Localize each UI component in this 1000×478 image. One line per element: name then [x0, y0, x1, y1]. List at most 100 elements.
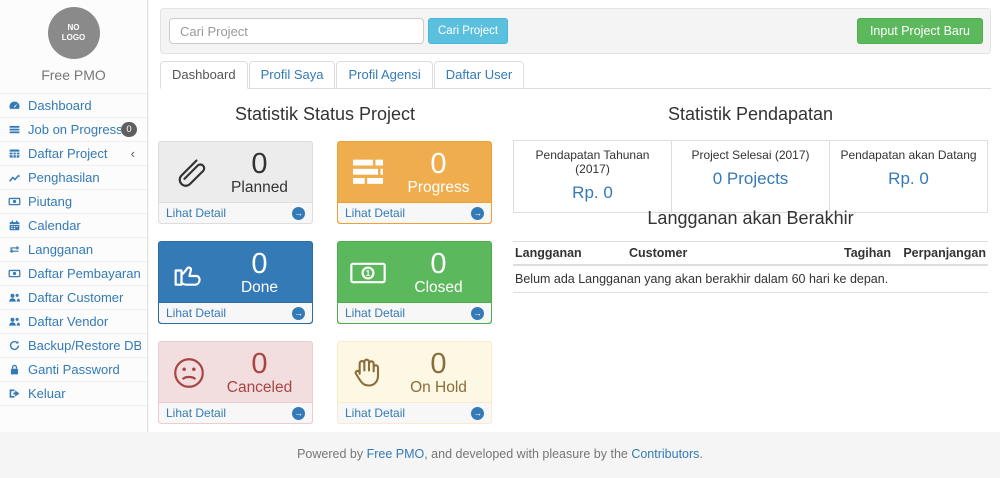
sidebar-item-keluar[interactable]: Keluar [0, 382, 147, 406]
sidebar-item-label: Job on Progress [28, 122, 121, 137]
sidebar-item-label: Calendar [28, 218, 141, 233]
footer-link-contributors[interactable]: Contributors [631, 447, 699, 461]
subscription-header-row: Langganan Customer Tagihan Perpanjangan [513, 242, 988, 266]
arrow-circle-right-icon: → [292, 207, 305, 220]
stat-value: Rp. 0 [834, 169, 983, 189]
money-icon [8, 267, 23, 280]
sidebar-item-daftar-pembayaran[interactable]: Daftar Pembayaran [0, 262, 147, 286]
arrow-circle-right-icon: → [471, 407, 484, 420]
sidebar-item-label: Daftar Vendor [28, 314, 141, 329]
status-card-done: 0 Done Lihat Detail → [158, 241, 313, 324]
sidebar-item-label: Langganan [28, 242, 141, 257]
card-count: 0 [392, 249, 485, 279]
arrow-circle-right-icon: → [292, 407, 305, 420]
calendar-icon [8, 219, 23, 232]
tasks-icon [348, 153, 392, 193]
lihat-detail-link-canceled[interactable]: Lihat Detail → [159, 402, 312, 423]
income-stat-table: Pendapatan Tahunan (2017) Rp. 0 Project … [513, 140, 988, 213]
search-button[interactable]: Cari Project [428, 18, 508, 44]
card-body: 0 Progress [338, 142, 491, 202]
card-label: Done [213, 279, 306, 297]
lihat-detail-link-progress[interactable]: Lihat Detail → [338, 202, 491, 223]
footer-text: , and developed with pleasure by the [424, 447, 631, 461]
sidebar-item-label: Ganti Password [28, 362, 141, 377]
detail-link-label: Lihat Detail [345, 406, 405, 420]
paperclip-icon [169, 153, 213, 193]
sidebar-item-ganti-password[interactable]: Ganti Password [0, 358, 147, 382]
card-body: 0 Canceled [159, 342, 312, 402]
sidebar-item-dashboard[interactable]: Dashboard [0, 94, 147, 118]
sidebar-item-calendar[interactable]: Calendar [0, 214, 147, 238]
detail-link-label: Lihat Detail [166, 306, 226, 320]
users-icon [8, 315, 23, 328]
stat-value: 0 Projects [676, 169, 825, 189]
arrow-circle-right-icon: → [471, 207, 484, 220]
no-logo-badge: NO LOGO [48, 7, 100, 59]
sidebar-item-label: Piutang [28, 194, 141, 209]
card-text: 0 Planned [213, 149, 306, 197]
thumbs-up-icon [169, 253, 213, 293]
main-content: Cari Project Input Project Baru Dashboar… [149, 0, 1000, 432]
lihat-detail-link-planned[interactable]: Lihat Detail → [159, 202, 312, 223]
status-card-closed: 1 0 Closed Lihat Detail → [337, 241, 492, 324]
stat-pendapatan-akan-datang: Pendapatan akan Datang Rp. 0 [829, 140, 988, 213]
table-icon [8, 147, 23, 160]
banknote-icon: 1 [348, 253, 392, 293]
footer-text: Powered by [297, 447, 366, 461]
sign-out-icon [8, 387, 23, 400]
money-icon [8, 195, 23, 208]
sidebar-item-label: Daftar Customer [28, 290, 141, 305]
search-input[interactable] [169, 18, 424, 44]
search-panel: Cari Project Input Project Baru [160, 8, 991, 54]
detail-link-label: Lihat Detail [345, 206, 405, 220]
logo-area: NO LOGO Free PMO [0, 0, 147, 83]
input-project-baru-button[interactable]: Input Project Baru [857, 18, 983, 44]
arrow-circle-right-icon: → [292, 307, 305, 320]
tab-dashboard[interactable]: Dashboard [160, 61, 248, 89]
card-count: 0 [213, 349, 306, 379]
sidebar-item-job-on-progress[interactable]: Job on Progress 0 [0, 118, 147, 142]
status-section-title: Statistik Status Project [158, 104, 492, 125]
card-body: 0 Done [159, 242, 312, 302]
footer-link-free-pmo[interactable]: Free PMO [367, 447, 425, 461]
brand-name: Free PMO [0, 67, 147, 83]
sidebar-item-daftar-customer[interactable]: Daftar Customer [0, 286, 147, 310]
column-header-langganan: Langganan [513, 242, 627, 266]
lihat-detail-link-on-hold[interactable]: Lihat Detail → [338, 402, 491, 423]
sidebar-item-label: Keluar [28, 386, 141, 401]
status-card-planned: 0 Planned Lihat Detail → [158, 141, 313, 224]
detail-link-label: Lihat Detail [166, 406, 226, 420]
lihat-detail-link-closed[interactable]: Lihat Detail → [338, 302, 491, 323]
detail-link-label: Lihat Detail [345, 306, 405, 320]
status-card-grid: 0 Planned Lihat Detail → 0 Progress [158, 141, 492, 424]
count-badge: 0 [121, 122, 137, 137]
card-text: 0 Canceled [213, 349, 306, 397]
stat-value: Rp. 0 [518, 183, 667, 203]
column-header-perpanjangan: Perpanjangan [893, 242, 988, 266]
sidebar-item-langganan[interactable]: Langganan [0, 238, 147, 262]
sidebar-item-backup-restore-db[interactable]: Backup/Restore DB [0, 334, 147, 358]
card-body: 0 Planned [159, 142, 312, 202]
sidebar-item-daftar-project[interactable]: Daftar Project ‹ [0, 142, 147, 166]
card-label: Canceled [213, 379, 306, 397]
card-text: 0 Progress [392, 149, 485, 197]
sidebar-item-penghasilan[interactable]: Penghasilan [0, 166, 147, 190]
lihat-detail-link-done[interactable]: Lihat Detail → [159, 302, 312, 323]
column-header-customer: Customer [627, 242, 827, 266]
tab-profil-agensi[interactable]: Profil Agensi [336, 61, 432, 89]
status-section: Statistik Status Project 0 Planned Lihat… [158, 104, 492, 424]
sidebar-item-piutang[interactable]: Piutang [0, 190, 147, 214]
sidebar-item-daftar-vendor[interactable]: Daftar Vendor [0, 310, 147, 334]
income-section-title: Statistik Pendapatan [513, 104, 988, 125]
sidebar: NO LOGO Free PMO Dashboard Job on Progre… [0, 0, 148, 432]
card-count: 0 [213, 249, 306, 279]
card-text: 0 Closed [392, 249, 485, 297]
tab-profil-saya[interactable]: Profil Saya [249, 61, 336, 89]
tab-daftar-user[interactable]: Daftar User [434, 61, 524, 89]
column-header-tagihan: Tagihan [827, 242, 894, 266]
card-body: 1 0 Closed [338, 242, 491, 302]
hand-icon [348, 353, 392, 393]
status-card-on-hold: 0 On Hold Lihat Detail → [337, 341, 492, 424]
card-text: 0 On Hold [392, 349, 485, 397]
detail-link-label: Lihat Detail [166, 206, 226, 220]
